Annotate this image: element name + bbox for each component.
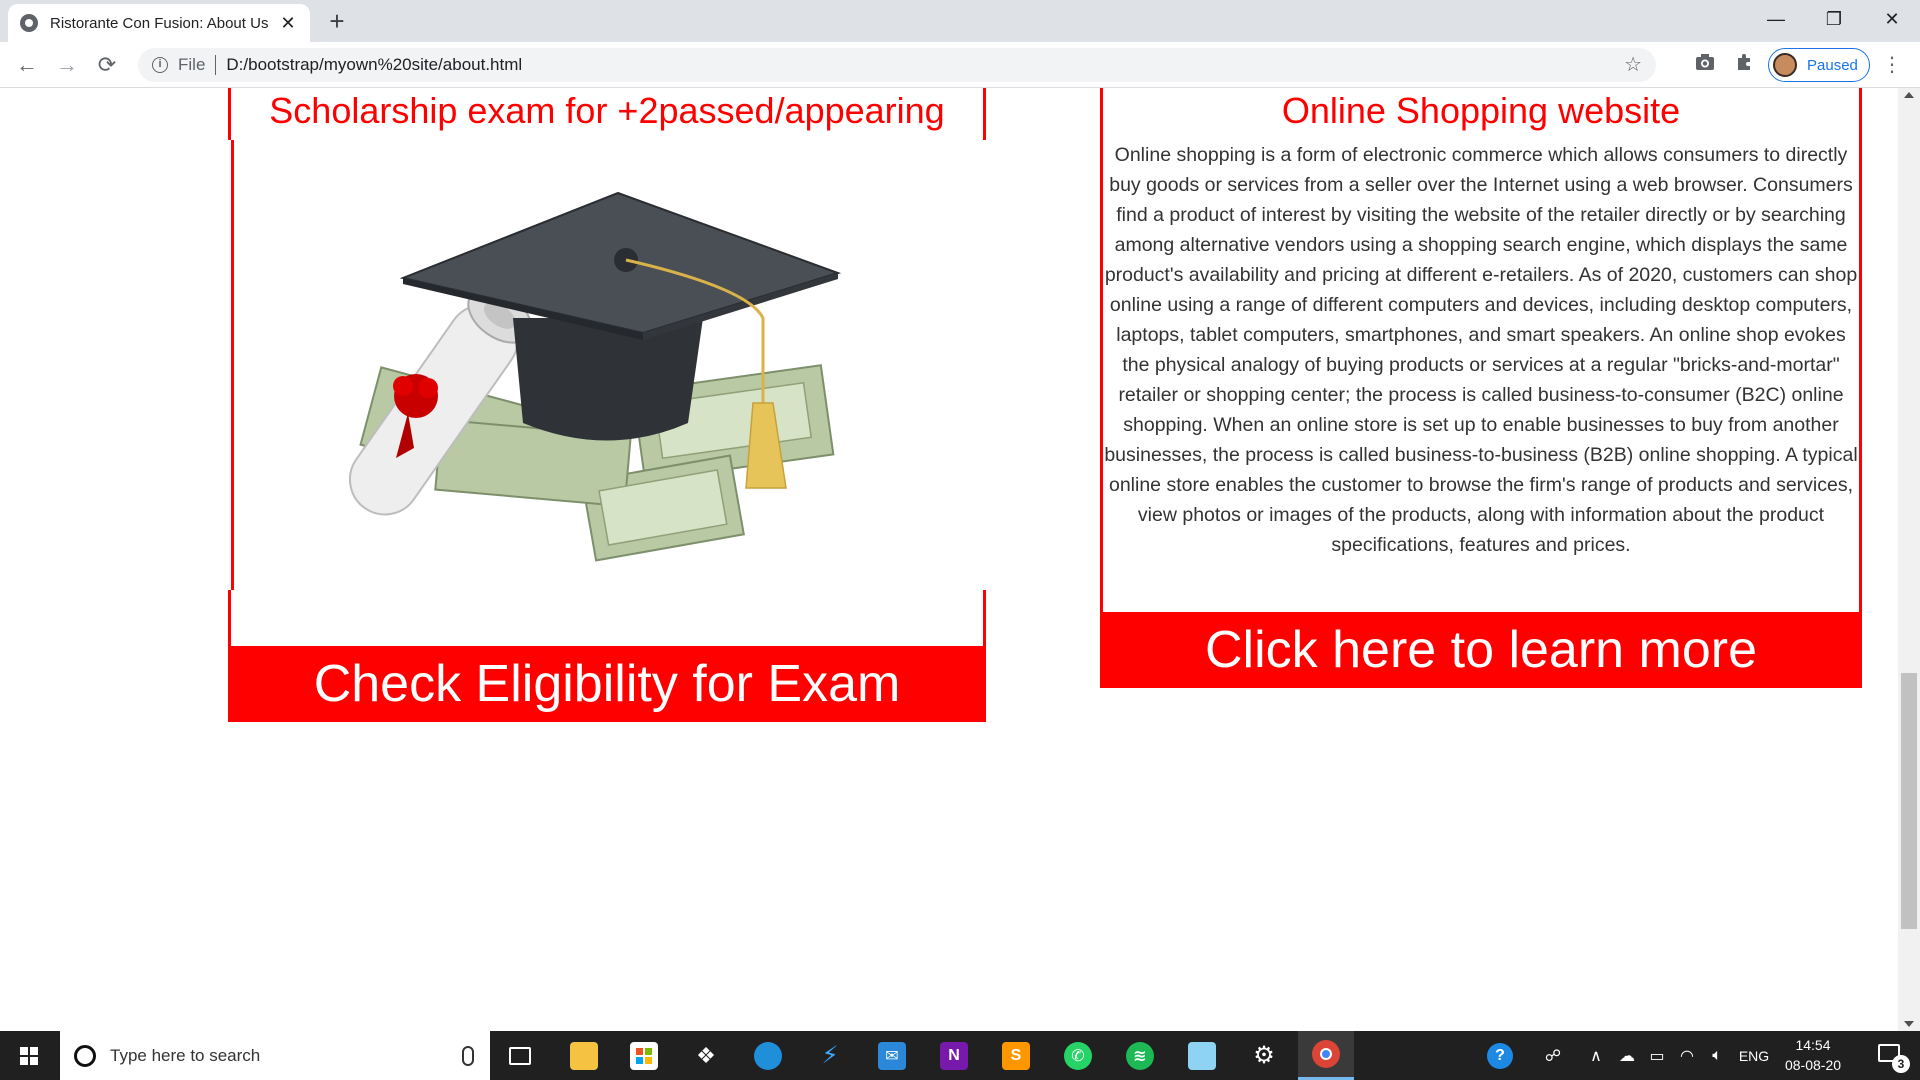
page-scrollbar[interactable]	[1898, 88, 1920, 1031]
mail-icon[interactable]: ✉	[864, 1031, 920, 1080]
more-menu-icon[interactable]: ⋮	[1882, 50, 1902, 80]
start-button[interactable]	[0, 1031, 58, 1080]
online-shopping-title: Online Shopping website	[1281, 90, 1681, 131]
clock-time: 14:54	[1795, 1037, 1831, 1053]
people-icon[interactable]: ☍	[1536, 1031, 1570, 1080]
camera-icon[interactable]	[1692, 52, 1718, 78]
close-window-button[interactable]: ✕	[1864, 0, 1920, 38]
profile-button[interactable]: Paused	[1768, 48, 1870, 82]
avatar	[1773, 53, 1797, 77]
settings-gear-icon[interactable]: ⚙	[1236, 1031, 1292, 1080]
onenote-icon[interactable]: N	[926, 1031, 982, 1080]
restore-button[interactable]: ❐	[1806, 0, 1862, 38]
wifi-icon[interactable]: ◠	[1672, 1031, 1702, 1080]
url-scheme: File	[178, 55, 206, 74]
extensions-puzzle-icon[interactable]	[1732, 52, 1758, 78]
action-center-button[interactable]: 3	[1866, 1031, 1916, 1080]
sublime-text-icon[interactable]: S	[988, 1031, 1044, 1080]
address-bar[interactable]: i File D:/bootstrap/myown%20site/about.h…	[138, 48, 1656, 82]
dropbox-icon[interactable]: ❖	[678, 1031, 734, 1080]
windows-logo-icon	[20, 1047, 38, 1065]
volume-icon[interactable]: 🔈︎	[1702, 1031, 1732, 1080]
online-shopping-description: Online shopping is a form of electronic …	[1104, 144, 1858, 556]
graduation-cap-image	[348, 191, 842, 562]
url-separator	[215, 55, 217, 75]
edge-icon[interactable]	[740, 1031, 796, 1080]
scholarship-title: Scholarship exam for +2passed/appearing	[269, 90, 945, 131]
notification-count: 3	[1892, 1055, 1910, 1073]
cortana-icon	[74, 1044, 96, 1067]
learn-more-button[interactable]: Click here to learn more	[1100, 612, 1862, 688]
taskbar-search[interactable]: Type here to search	[60, 1031, 490, 1080]
new-tab-button[interactable]: +	[322, 6, 352, 36]
chrome-icon[interactable]	[1298, 1031, 1354, 1080]
scroll-up-arrow-icon[interactable]	[1904, 92, 1914, 98]
onedrive-cloud-icon[interactable]: ☁	[1612, 1031, 1642, 1080]
visual-studio-icon[interactable]: ⚡	[802, 1031, 858, 1080]
scroll-down-arrow-icon[interactable]	[1904, 1021, 1914, 1027]
bookmark-star-icon[interactable]: ☆	[1624, 52, 1642, 77]
task-view-icon[interactable]	[492, 1031, 548, 1080]
show-hidden-icons-chevron-icon[interactable]: ∧	[1582, 1031, 1610, 1080]
help-icon[interactable]: ?	[1480, 1031, 1520, 1080]
tab-title: Ristorante Con Fusion: About Us	[50, 14, 269, 32]
globe-icon	[20, 14, 38, 32]
spotify-icon[interactable]: ≋	[1112, 1031, 1168, 1080]
scroll-thumb[interactable]	[1901, 673, 1917, 929]
minimize-button[interactable]: —	[1748, 0, 1804, 38]
battery-icon[interactable]: ▭	[1642, 1031, 1672, 1080]
system-clock[interactable]: 14:54 08-08-20	[1776, 1035, 1850, 1075]
whatsapp-icon[interactable]: ✆	[1050, 1031, 1106, 1080]
info-icon[interactable]: i	[152, 57, 168, 73]
windows-taskbar: Type here to search ❖ ⚡ ✉ N S ✆ ≋ ⚙ ? ☍ …	[0, 1031, 1920, 1080]
browser-toolbar: ← → ⟳ i File D:/bootstrap/myown%20site/a…	[0, 42, 1920, 88]
page-viewport: Scholarship exam for +2passed/appearing	[0, 88, 1898, 1031]
search-placeholder[interactable]: Type here to search	[110, 1046, 462, 1066]
clock-date: 08-08-20	[1784, 1057, 1842, 1073]
language-indicator[interactable]: ENG	[1734, 1031, 1774, 1080]
back-arrow-icon[interactable]: ←	[12, 50, 42, 80]
reload-icon[interactable]: ⟳	[92, 50, 122, 80]
online-shopping-card: Online Shopping website Online shopping …	[1100, 88, 1862, 688]
microsoft-store-icon[interactable]	[616, 1031, 672, 1080]
tab-strip: Ristorante Con Fusion: About Us ✕ + — ❐ …	[0, 0, 1920, 42]
tab-close-button[interactable]: ✕	[278, 13, 298, 34]
microphone-icon[interactable]	[462, 1045, 474, 1066]
browser-tab[interactable]: Ristorante Con Fusion: About Us ✕	[8, 4, 310, 42]
file-explorer-icon[interactable]	[556, 1031, 612, 1080]
scholarship-card: Scholarship exam for +2passed/appearing	[225, 88, 989, 722]
check-eligibility-button[interactable]: Check Eligibility for Exam	[228, 646, 986, 722]
forward-arrow-icon[interactable]: →	[52, 50, 82, 80]
url-text[interactable]: D:/bootstrap/myown%20site/about.html	[226, 55, 522, 75]
notepad-icon[interactable]	[1174, 1031, 1230, 1080]
profile-status: Paused	[1807, 56, 1858, 74]
